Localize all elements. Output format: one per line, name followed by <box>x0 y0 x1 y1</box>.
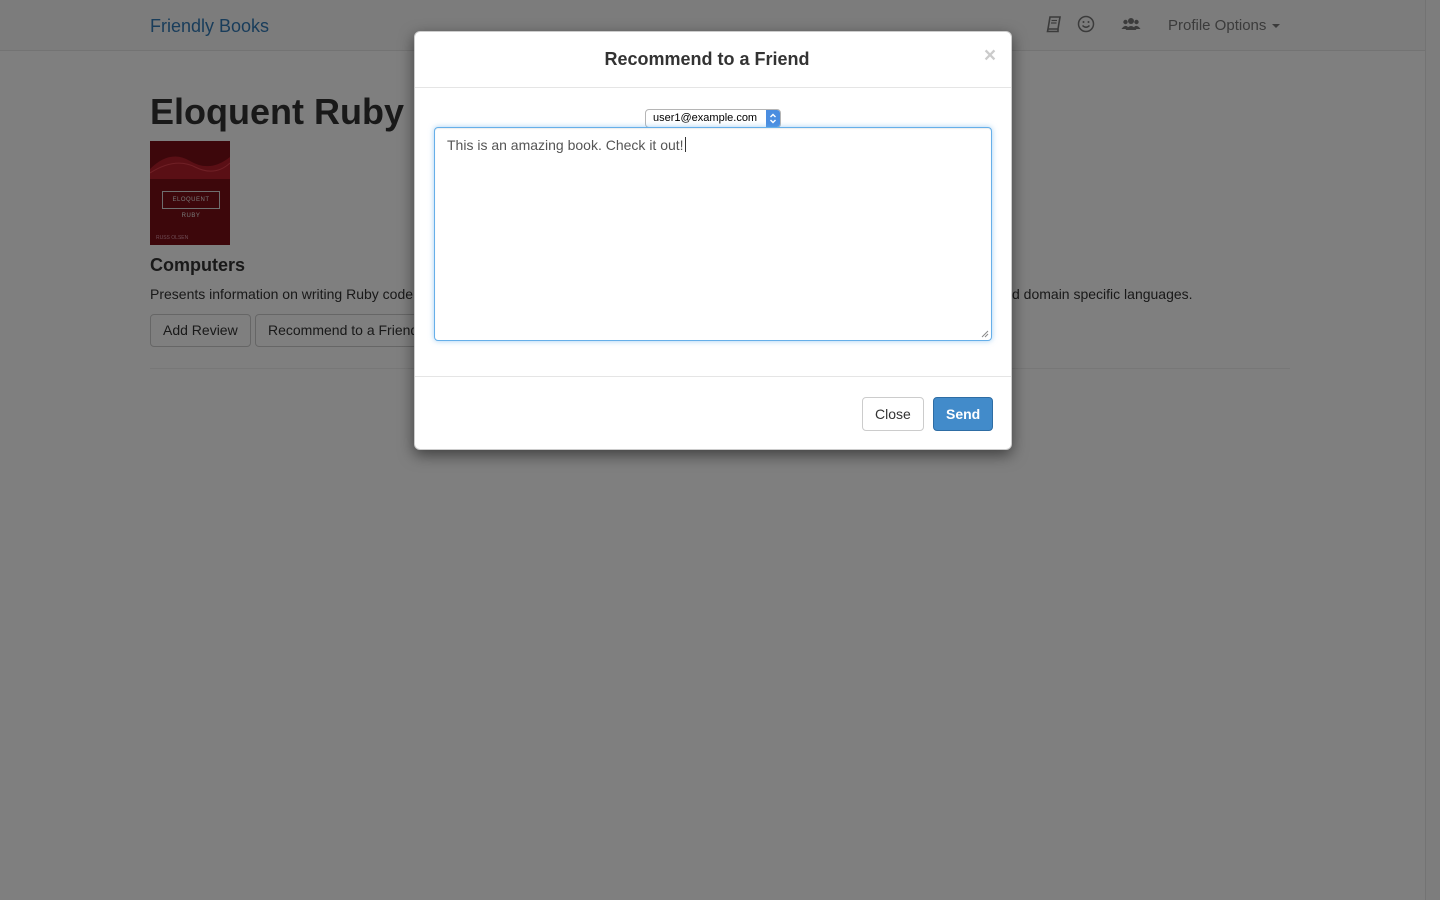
send-button[interactable]: Send <box>933 397 994 431</box>
message-text: This is an amazing book. Check it out! <box>447 137 684 153</box>
message-textarea[interactable]: This is an amazing book. Check it out! <box>434 127 992 341</box>
recommend-modal: Recommend to a Friend × user1@example.co… <box>414 31 1012 450</box>
modal-title: Recommend to a Friend <box>604 49 810 69</box>
recipient-select[interactable]: user1@example.com <box>645 109 781 128</box>
modal-header: Recommend to a Friend × <box>415 32 1011 88</box>
text-cursor <box>684 137 686 152</box>
resize-grip-icon[interactable] <box>981 330 989 338</box>
modal-footer: Close Send <box>415 376 1011 449</box>
select-arrows-icon <box>766 110 780 127</box>
recipient-select-value: user1@example.com <box>653 112 758 124</box>
close-icon[interactable]: × <box>983 45 997 66</box>
close-button[interactable]: Close <box>862 397 924 431</box>
